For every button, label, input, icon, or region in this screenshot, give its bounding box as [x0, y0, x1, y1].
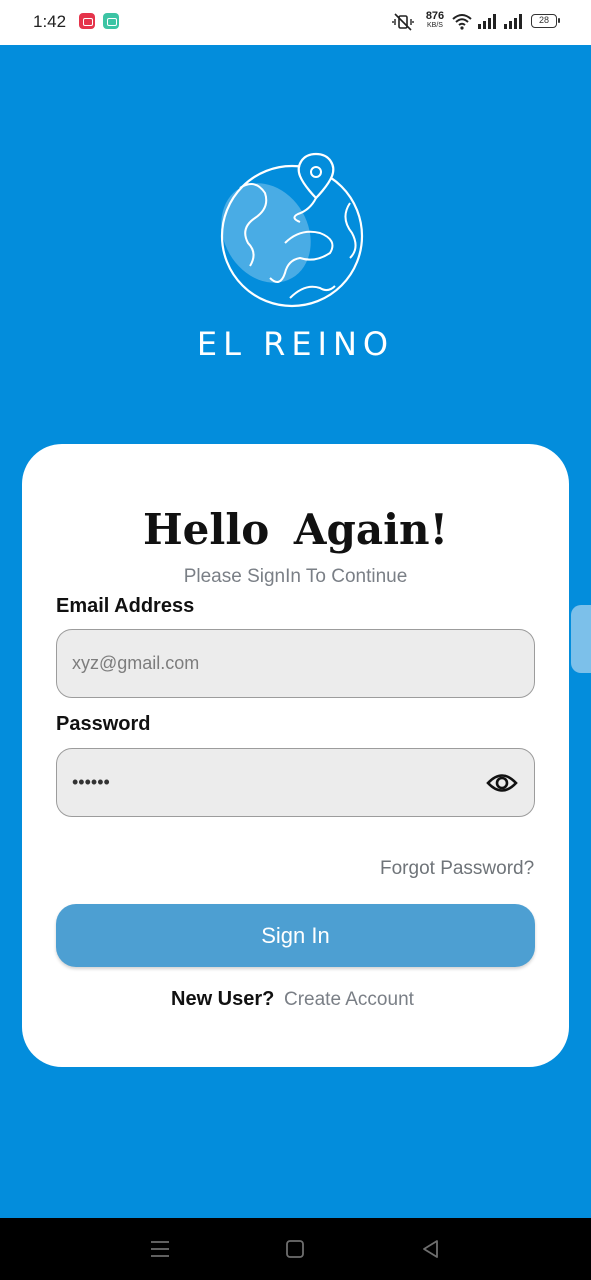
home-icon[interactable]	[283, 1238, 307, 1260]
network-speed: 876 KB/S	[424, 10, 446, 30]
signal-icon	[478, 14, 496, 29]
status-bar: 1:42 876 KB/S 28	[0, 0, 591, 45]
sign-in-button[interactable]: Sign In	[56, 904, 535, 967]
edge-panel-handle[interactable]	[571, 605, 591, 673]
back-icon[interactable]	[419, 1238, 443, 1260]
globe-location-pin-icon	[220, 152, 364, 308]
password-field[interactable]	[56, 748, 535, 817]
battery-icon: 28	[531, 14, 560, 28]
menu-icon[interactable]	[148, 1238, 172, 1260]
email-input[interactable]	[72, 630, 472, 696]
greeting-subtitle: Please SignIn To Continue	[183, 566, 408, 587]
network-speed-value: 876	[425, 10, 445, 22]
password-input[interactable]	[72, 749, 472, 815]
email-label: Email Address	[56, 595, 195, 617]
video-notification-icon	[79, 13, 95, 29]
brand-name: EL REINO	[196, 325, 395, 363]
wifi-icon	[452, 14, 472, 30]
greeting-title: Hello Again!	[142, 505, 449, 554]
status-time: 1:42	[33, 12, 67, 31]
forgot-password-link[interactable]: Forgot Password?	[380, 858, 534, 880]
mute-vibrate-icon	[392, 13, 414, 31]
navigation-bar	[0, 1218, 591, 1280]
new-user-label: New User?	[171, 988, 275, 1010]
network-speed-unit: KB/S	[427, 22, 443, 29]
password-label: Password	[56, 713, 151, 735]
message-notification-icon	[103, 13, 119, 29]
email-field[interactable]	[56, 629, 535, 698]
eye-icon[interactable]	[486, 769, 518, 797]
signal-icon	[504, 14, 522, 29]
create-account-link[interactable]: Create Account	[284, 989, 414, 1011]
